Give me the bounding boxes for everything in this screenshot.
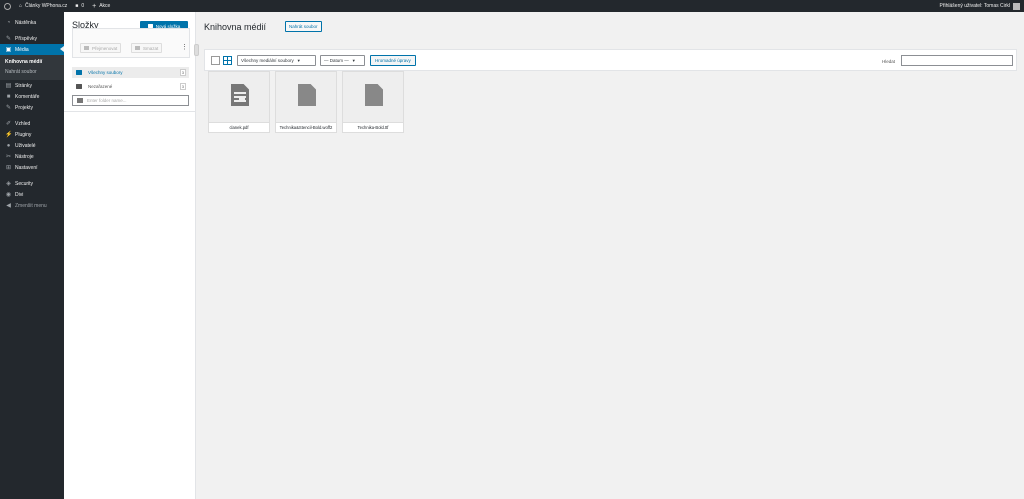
folder-all-files[interactable]: Všechny soubory 3: [72, 67, 189, 78]
comments-link[interactable]: ■ 0: [75, 3, 84, 9]
list-view-icon[interactable]: [211, 56, 220, 65]
sidebar-item-security[interactable]: ◈ Security: [0, 178, 64, 189]
users-icon: ●: [6, 142, 11, 149]
new-content-link[interactable]: + Akce: [92, 3, 110, 10]
search-label: Hledat: [882, 59, 896, 64]
search-input[interactable]: [901, 55, 1013, 66]
attachment-filename: Technika&Stencil-Bold.woff2: [276, 122, 336, 132]
attachment-item[interactable]: clanek.pdf: [208, 71, 270, 133]
folder-count: 3: [179, 69, 186, 76]
folder-count: 3: [179, 83, 186, 90]
new-folder-field[interactable]: [72, 95, 189, 106]
delete-folder-button[interactable]: Smazat: [131, 43, 163, 53]
plugin-icon: ⚡: [5, 132, 13, 138]
sidebar-item-posts[interactable]: ✎ Příspěvky: [0, 33, 64, 44]
folder-icon: [77, 98, 83, 103]
upload-file-button[interactable]: Nahrát soubor: [285, 21, 322, 32]
comments-count: 0: [81, 3, 85, 9]
file-icon: [298, 84, 316, 106]
sidebar-item-appearance[interactable]: ✐ Vzhled: [0, 118, 64, 129]
admin-sidebar: ◔ Nástěnka ✎ Příspěvky ▣ Média Knihovna méd…: [0, 12, 64, 499]
sidebar-item-users[interactable]: ● Uživatelé: [0, 140, 64, 151]
sidebar-item-dashboard[interactable]: ◔ Nástěnka: [0, 17, 64, 28]
user-greeting: Přihlášený uživatel: Tomas Cirkl: [939, 3, 1011, 9]
wordpress-logo-icon[interactable]: [4, 2, 11, 10]
document-icon: [231, 84, 249, 106]
bulk-select-button[interactable]: Hromadné úpravy: [370, 55, 416, 66]
comment-icon: ■: [75, 3, 79, 9]
sidebar-item-tools[interactable]: ✂ Nástroje: [0, 151, 64, 162]
plus-icon: +: [92, 2, 97, 10]
media-toolbar: Všechny mediální soubory ▼ — Datum — ▼ Hro…: [204, 49, 1017, 71]
date-filter[interactable]: — Datum — ▼: [320, 55, 365, 66]
attachment-item[interactable]: Technika&Stencil-Bold.woff2: [275, 71, 337, 133]
file-icon: [365, 84, 383, 106]
sidebar-item-divi[interactable]: ◉ Divi: [0, 189, 64, 200]
page-title: Knihovna médií: [204, 22, 267, 32]
dashboard-icon: ◔: [6, 19, 11, 26]
comment-icon: ■: [6, 93, 11, 100]
rename-folder-button[interactable]: Přejmenovat: [80, 43, 122, 53]
folder-name-input[interactable]: [87, 98, 177, 103]
site-name-link[interactable]: ⌂ Články WPhona.cz: [19, 3, 67, 9]
new-content-label: Akce: [99, 3, 111, 9]
grid-view-icon[interactable]: [223, 56, 232, 65]
folder-icon: [76, 84, 82, 89]
pin-icon: ✎: [5, 36, 12, 42]
home-icon: ⌂: [19, 3, 23, 9]
sidebar-item-pages[interactable]: ▤ Stránky: [0, 80, 64, 91]
divider: [64, 111, 196, 112]
submenu-media-library[interactable]: Knihovna médií: [0, 57, 64, 67]
panel-resize-handle[interactable]: [194, 44, 199, 56]
brush-icon: ✐: [5, 121, 12, 127]
media-library-main: Knihovna médií Nahrát soubor Všechny med…: [204, 12, 1020, 499]
page-icon: ▤: [5, 83, 12, 89]
user-menu[interactable]: Přihlášený uživatel: Tomas Cirkl: [939, 2, 1020, 10]
attachment-filename: Technika-Bold.ttf: [343, 122, 403, 132]
collapse-icon: ◀: [6, 203, 11, 209]
sidebar-item-plugins[interactable]: ⚡ Pluginy: [0, 129, 64, 140]
sidebar-item-projects[interactable]: ✎ Projekty: [0, 102, 64, 113]
media-submenu: Knihovna médií Nahrát soubor: [0, 55, 64, 80]
shield-icon: ◈: [6, 181, 11, 187]
sidebar-item-media[interactable]: ▣ Média: [0, 44, 64, 55]
more-options-icon[interactable]: ⋮: [181, 43, 188, 51]
admin-bar: ⌂ Články WPhona.cz ■ 0 + Akce Přihlášený už…: [0, 0, 1024, 12]
divi-icon: ◉: [5, 192, 12, 198]
media-icon: ▣: [5, 47, 12, 53]
settings-icon: ⊞: [5, 165, 12, 171]
pin-icon: ✎: [5, 105, 12, 111]
trash-icon: [135, 46, 140, 50]
media-type-filter[interactable]: Všechny mediální soubory ▼: [237, 55, 316, 66]
wrench-icon: ✂: [5, 154, 12, 160]
attachment-item[interactable]: Technika-Bold.ttf: [342, 71, 404, 133]
chevron-down-icon: ▼: [296, 58, 301, 63]
folder-icon: [84, 46, 89, 50]
folder-uncategorized[interactable]: Nezařazené 3: [72, 81, 189, 92]
avatar: [1013, 2, 1020, 10]
sidebar-item-settings[interactable]: ⊞ Nastavení: [0, 162, 64, 173]
attachment-filename: clanek.pdf: [209, 122, 269, 132]
folder-icon: [76, 70, 82, 75]
chevron-down-icon: ▼: [351, 58, 356, 63]
submenu-upload-file[interactable]: Nahrát soubor: [0, 67, 64, 77]
site-name: Články WPhona.cz: [25, 3, 68, 9]
sidebar-item-comments[interactable]: ■ Komentáře: [0, 91, 64, 102]
collapse-menu-button[interactable]: ◀ Zmenšit menu: [0, 200, 64, 211]
